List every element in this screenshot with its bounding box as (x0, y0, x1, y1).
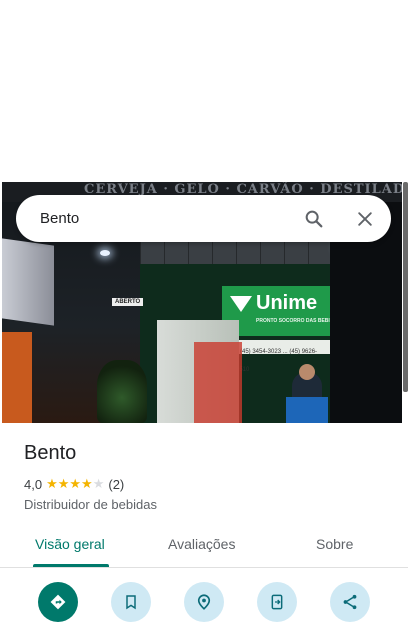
nearby-button[interactable] (184, 582, 224, 622)
photo-orange-wall (2, 332, 32, 423)
directions-icon (50, 594, 66, 610)
tab-about[interactable]: Sobre (316, 536, 353, 552)
photo-light (100, 250, 110, 256)
save-button[interactable] (111, 582, 151, 622)
search-input[interactable]: Bento (40, 210, 79, 227)
star-icon: ★ (46, 476, 58, 491)
tab-reviews[interactable]: Avaliações (168, 536, 235, 552)
search-bar[interactable]: Bento (16, 195, 391, 242)
nearby-icon (197, 594, 211, 610)
star-empty-icon: ★ (92, 476, 105, 491)
star-icon: ★ (81, 476, 93, 491)
send-to-phone-icon (271, 594, 283, 610)
rating-row[interactable]: 4,0 ★ ★ ★ ★ ★ (2) (24, 476, 124, 492)
bookmark-icon (126, 595, 136, 610)
review-count[interactable]: (2) (108, 477, 124, 492)
tab-overview[interactable]: Visão geral (35, 536, 105, 552)
photo-person-head (299, 364, 315, 380)
rating-value: 4,0 (24, 476, 43, 492)
photo-door-label: ABERTO (112, 298, 144, 306)
search-icon[interactable] (300, 205, 328, 233)
photo-plant (97, 360, 147, 423)
share-icon (343, 594, 357, 610)
send-to-phone-button[interactable] (257, 582, 297, 622)
photo-phone-panel: (45) 3454-3023 ... (45) 9626-0510 (236, 340, 330, 373)
tab-bar: Visão geral Avaliações Sobre (0, 530, 408, 568)
photo-boxes (286, 397, 328, 423)
photo-banner (2, 238, 54, 326)
rating-stars: ★ ★ ★ ★ ★ (46, 476, 104, 492)
place-category[interactable]: Distribuidor de bebidas (24, 497, 157, 512)
scrollbar[interactable] (403, 182, 408, 392)
star-icon: ★ (69, 476, 82, 491)
close-icon[interactable] (351, 205, 379, 233)
directions-button[interactable] (38, 582, 78, 622)
share-button[interactable] (330, 582, 370, 622)
place-title: Bento (24, 442, 77, 464)
photo-sign-text: Unime (256, 292, 318, 314)
tabs-divider (0, 567, 408, 568)
cocktail-glass-icon (230, 296, 252, 312)
photo-sign-subtext: PRONTO SOCORRO DAS BEBIDAS (256, 318, 341, 324)
star-icon: ★ (57, 476, 70, 491)
photo-fridge-red (194, 342, 242, 423)
